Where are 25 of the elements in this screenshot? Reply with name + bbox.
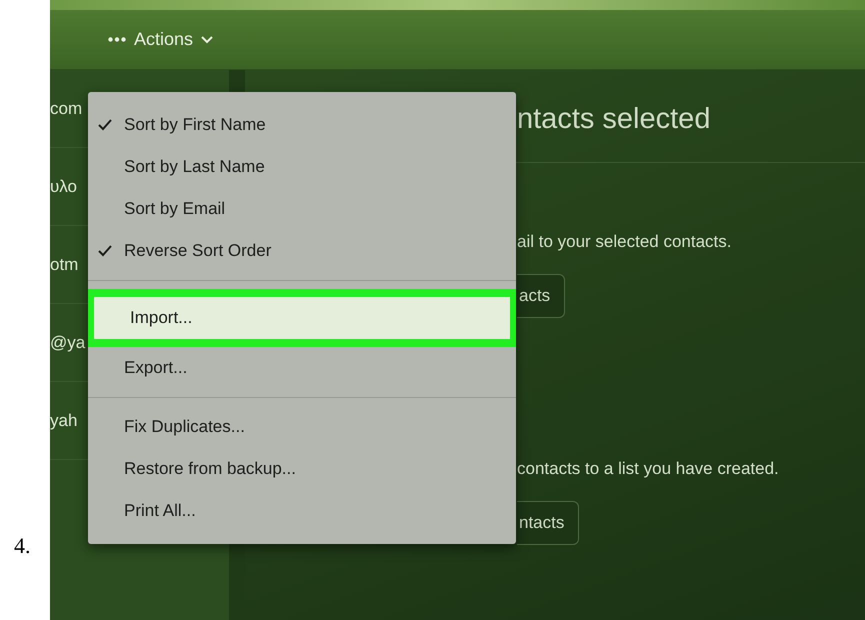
menu-item[interactable]: Sort by Last Name (88, 146, 516, 188)
menu-item[interactable]: Print All... (88, 490, 516, 532)
menu-item[interactable]: Restore from backup... (88, 448, 516, 490)
menu-item[interactable]: Fix Duplicates... (88, 406, 516, 448)
action-button[interactable]: acts (517, 274, 566, 318)
section-description: contacts to a list you have created. (517, 458, 779, 480)
checkmark-icon (98, 245, 112, 257)
actions-button[interactable]: Actions (108, 26, 214, 53)
checkmark-icon (98, 119, 112, 131)
menu-item[interactable]: Export... (88, 347, 516, 389)
menu-item[interactable]: Sort by First Name (88, 104, 516, 146)
menu-item[interactable]: Reverse Sort Order (88, 230, 516, 272)
more-icon (108, 37, 126, 42)
section-description: ail to your selected contacts. (517, 230, 732, 252)
contact-email[interactable]: yah (50, 408, 78, 434)
contact-email[interactable]: com (50, 96, 82, 122)
contact-email[interactable]: υλο (50, 174, 77, 200)
contact-email[interactable]: otm (50, 252, 78, 278)
menu-item[interactable]: Import... (94, 297, 510, 339)
menu-item[interactable]: Sort by Email (88, 188, 516, 230)
caret-icon (201, 36, 214, 44)
action-button[interactable]: ntacts (517, 501, 580, 544)
contact-email[interactable]: @ya (50, 330, 86, 356)
step-number: 4. (14, 532, 32, 560)
selection-heading: ntacts selected (517, 103, 710, 135)
